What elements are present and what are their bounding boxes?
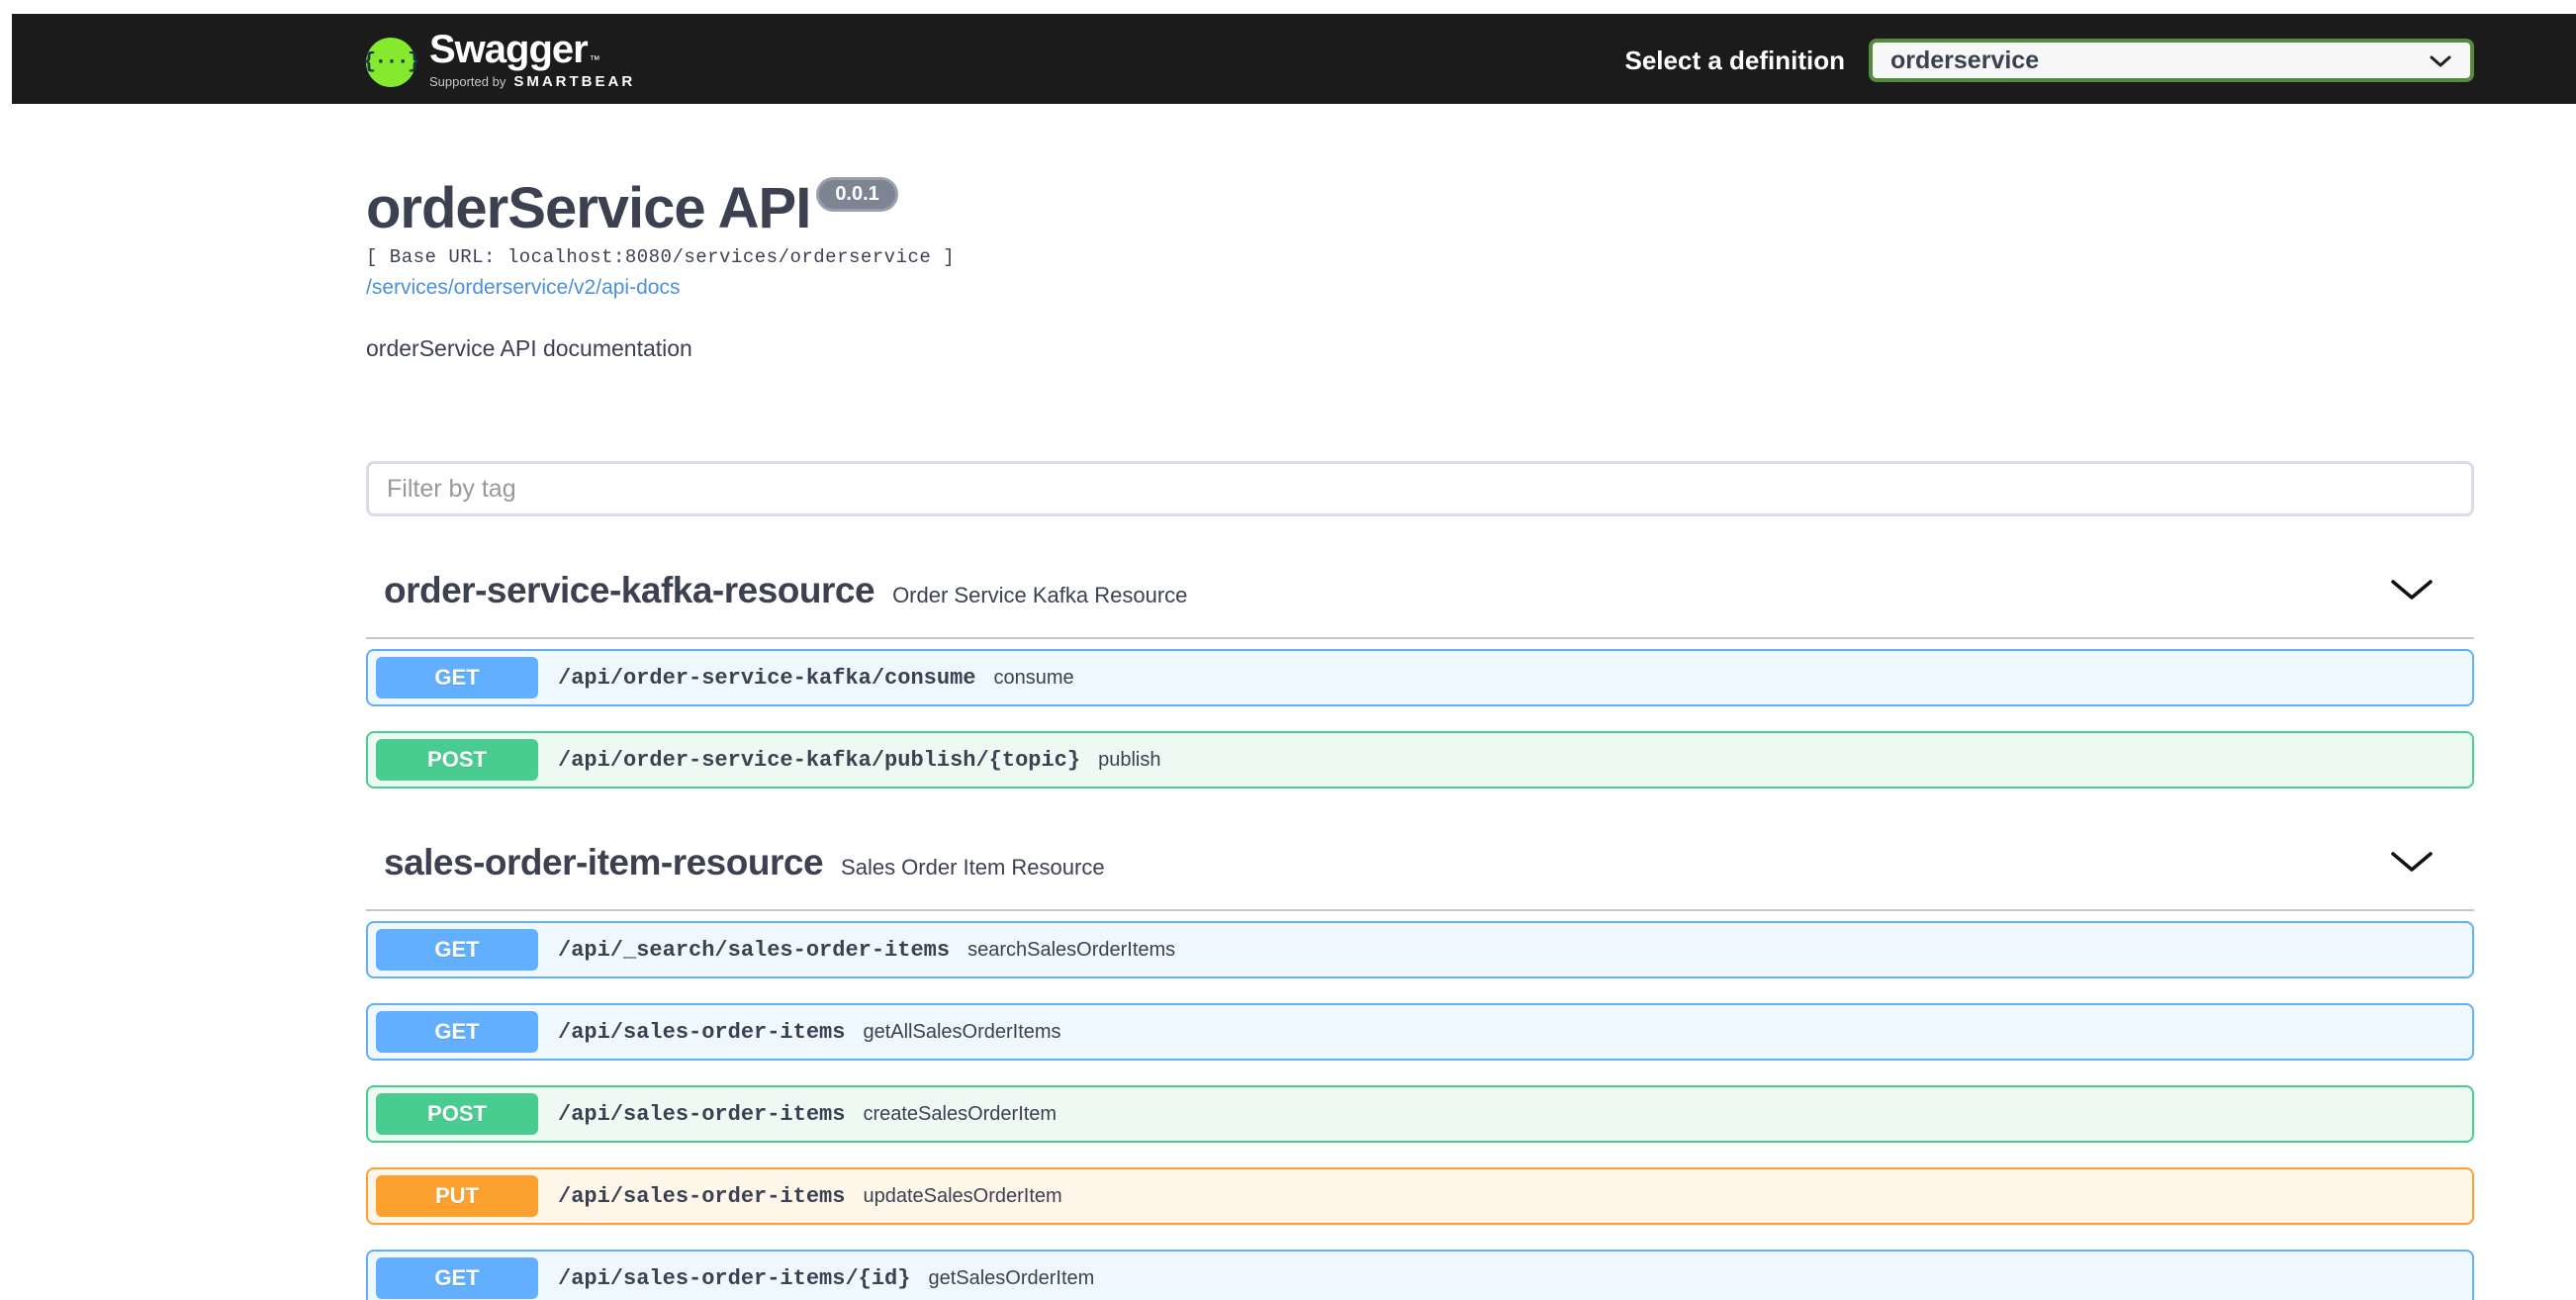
tag-subtitle: Sales Order Item Resource <box>841 855 1105 880</box>
api-docs-main: orderService API 0.0.1 [ Base URL: local… <box>366 176 2474 1300</box>
operation-path: /api/sales-order-items <box>558 1101 846 1127</box>
operation-summary: createSalesOrderItem <box>863 1102 1058 1125</box>
version-badge: 0.0.1 <box>816 177 898 212</box>
operation-row[interactable]: POST /api/order-service-kafka/publish/{t… <box>366 731 2474 789</box>
braces-icon: {···} <box>363 49 420 74</box>
operation-summary: getAllSalesOrderItems <box>863 1020 1061 1043</box>
operation-row[interactable]: GET /api/sales-order-items/{id} getSales… <box>366 1250 2474 1300</box>
operation-row[interactable]: POST /api/sales-order-items createSalesO… <box>366 1085 2474 1143</box>
operation-row[interactable]: GET /api/_search/sales-order-items searc… <box>366 921 2474 978</box>
smartbear-wordmark: SMARTBEAR <box>513 73 636 90</box>
method-badge: GET <box>376 1011 538 1053</box>
select-definition-label: Select a definition <box>1624 45 1846 75</box>
operations-list: GET /api/_search/sales-order-items searc… <box>366 921 2474 1300</box>
operation-summary: searchSalesOrderItems <box>967 938 1176 961</box>
operations-list: GET /api/order-service-kafka/consume con… <box>366 649 2474 789</box>
operation-path: /api/_search/sales-order-items <box>558 937 951 963</box>
operation-path: /api/order-service-kafka/consume <box>558 665 976 691</box>
operation-summary: getSalesOrderItem <box>928 1266 1095 1289</box>
definition-select[interactable]: orderservice <box>1869 39 2474 82</box>
operation-path: /api/sales-order-items/{id} <box>558 1265 911 1291</box>
method-badge: POST <box>376 739 538 781</box>
swagger-logo: {···} Swagger ™ Supported by SMARTBEAR <box>363 28 636 90</box>
method-badge: GET <box>376 929 538 971</box>
api-docs-link[interactable]: /services/orderservice/v2/api-docs <box>366 276 680 300</box>
tag-title: order-service-kafka-resource <box>384 570 875 610</box>
operation-row[interactable]: PUT /api/sales-order-items updateSalesOr… <box>366 1167 2474 1225</box>
trademark-symbol: ™ <box>589 54 600 66</box>
api-description: orderService API documentation <box>366 335 692 361</box>
operation-row[interactable]: GET /api/sales-order-items getAllSalesOr… <box>366 1003 2474 1061</box>
method-badge: GET <box>376 657 538 698</box>
tag-header[interactable]: sales-order-item-resource Sales Order It… <box>366 842 2474 911</box>
tag-sections: order-service-kafka-resource Order Servi… <box>366 570 2474 1300</box>
tag-section: order-service-kafka-resource Order Servi… <box>366 570 2474 789</box>
topbar: {···} Swagger ™ Supported by SMARTBEAR S… <box>12 14 2576 104</box>
method-badge: PUT <box>376 1175 538 1217</box>
operation-path: /api/order-service-kafka/publish/{topic} <box>558 747 1081 773</box>
operation-row[interactable]: GET /api/order-service-kafka/consume con… <box>366 649 2474 706</box>
operation-path: /api/sales-order-items <box>558 1019 846 1045</box>
operation-path: /api/sales-order-items <box>558 1183 846 1209</box>
method-badge: GET <box>376 1257 538 1299</box>
chevron-down-icon[interactable] <box>2389 578 2435 602</box>
operation-summary: publish <box>1098 748 1161 771</box>
tag-section: sales-order-item-resource Sales Order It… <box>366 842 2474 1300</box>
brand-name: Swagger <box>429 28 589 71</box>
page-title: orderService API <box>366 176 811 240</box>
tag-header[interactable]: order-service-kafka-resource Order Servi… <box>366 570 2474 639</box>
supported-by-label: Supported by <box>429 74 506 89</box>
operation-summary: updateSalesOrderItem <box>863 1184 1062 1207</box>
tag-subtitle: Order Service Kafka Resource <box>892 583 1188 607</box>
operation-summary: consume <box>993 666 1074 689</box>
filter-by-tag-input[interactable] <box>366 461 2474 516</box>
tag-title: sales-order-item-resource <box>384 842 824 882</box>
swagger-logo-icon: {···} <box>363 37 420 87</box>
chevron-down-icon[interactable] <box>2389 850 2435 874</box>
base-url: [ Base URL: localhost:8080/services/orde… <box>366 246 956 268</box>
method-badge: POST <box>376 1093 538 1135</box>
